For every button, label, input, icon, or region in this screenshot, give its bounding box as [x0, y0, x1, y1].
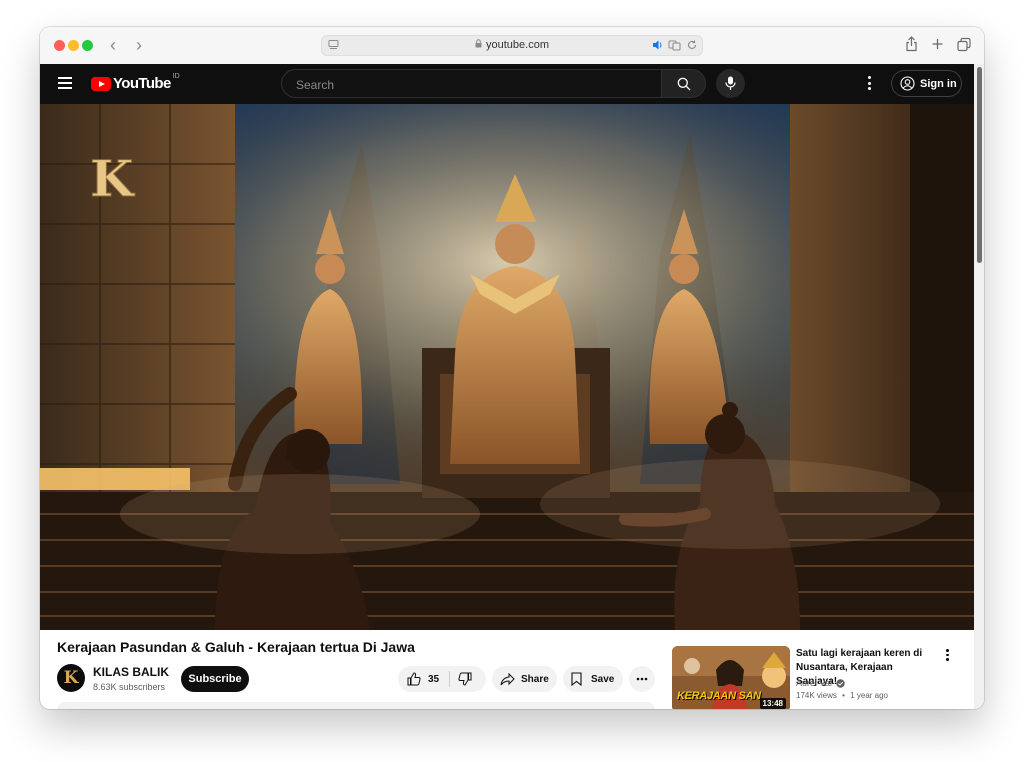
- share-button[interactable]: Share: [492, 666, 557, 692]
- back-arrow-icon[interactable]: ‹: [110, 35, 116, 55]
- upload-age: 1 year ago: [850, 691, 889, 700]
- view-count: 174K views: [796, 691, 837, 700]
- search-input[interactable]: [294, 77, 638, 93]
- verified-check-icon: [836, 678, 845, 688]
- like-divider: [449, 671, 451, 687]
- recommended-meta: 174K views • 1 year ago: [796, 691, 888, 700]
- channel-avatar[interactable]: K: [57, 664, 85, 692]
- recommended-more-icon[interactable]: [946, 649, 950, 663]
- new-tab-icon[interactable]: [931, 36, 944, 52]
- reload-icon[interactable]: [686, 38, 698, 52]
- svg-text:K: K: [90, 149, 135, 208]
- account-icon: [900, 76, 915, 91]
- recommended-channel-name: Aurel Val: [796, 678, 832, 688]
- sign-in-label: Sign in: [920, 77, 957, 90]
- video-duration-badge: 13:48: [759, 698, 786, 709]
- address-bar[interactable]: youtube.com: [321, 35, 703, 56]
- sign-in-button[interactable]: Sign in: [891, 70, 962, 97]
- like-count[interactable]: 35: [428, 674, 439, 685]
- video-frame: K: [40, 104, 974, 630]
- thumbnail-caption: KERAJAAN SAN: [677, 690, 761, 702]
- search-button[interactable]: [661, 69, 706, 98]
- more-actions-button[interactable]: [629, 666, 655, 692]
- forward-arrow-icon[interactable]: ›: [136, 35, 142, 55]
- recommended-video-thumbnail[interactable]: KERAJAAN SAN 13:48: [672, 646, 790, 709]
- close-window-button[interactable]: [54, 40, 65, 51]
- audio-playing-icon[interactable]: [652, 38, 664, 52]
- share-icon[interactable]: [905, 36, 918, 52]
- more-horizontal-icon: [636, 677, 648, 681]
- tab-overview-icon[interactable]: [957, 36, 971, 52]
- url-text: youtube.com: [486, 39, 549, 51]
- save-button[interactable]: Save: [563, 666, 623, 692]
- youtube-play-icon: [91, 76, 111, 91]
- youtube-wordmark: YouTube: [113, 75, 171, 92]
- video-title: Kerajaan Pasundan & Galuh - Kerajaan ter…: [57, 639, 415, 655]
- like-dislike-group: 35: [398, 666, 486, 692]
- like-icon[interactable]: [407, 672, 421, 686]
- country-code: ID: [172, 73, 180, 80]
- browser-window: ‹ › youtube.com YouTube ID Search Sign i…: [40, 27, 984, 709]
- channel-watermark-logo: K: [90, 149, 136, 209]
- bookmark-icon: [571, 672, 582, 686]
- youtube-logo[interactable]: YouTube ID: [91, 73, 180, 92]
- lock-icon: [475, 39, 482, 51]
- zoom-window-button[interactable]: [82, 40, 93, 51]
- recommended-channel[interactable]: Aurel Val: [796, 678, 845, 688]
- description-box[interactable]: [57, 702, 655, 709]
- scrollbar-thumb[interactable]: [977, 67, 982, 263]
- subscribe-button[interactable]: Subscribe: [181, 666, 249, 692]
- settings-menu-icon[interactable]: [868, 76, 872, 93]
- subscriber-count: 8.63K subscribers: [93, 682, 166, 692]
- meta-separator: •: [842, 691, 845, 700]
- dislike-icon[interactable]: [458, 672, 472, 686]
- browser-toolbar: ‹ › youtube.com: [40, 27, 984, 65]
- channel-name[interactable]: KILAS BALIK: [93, 665, 169, 679]
- voice-search-button[interactable]: [716, 69, 745, 98]
- menu-icon[interactable]: [58, 77, 72, 89]
- share-label: Share: [521, 673, 549, 685]
- share-arrow-icon: [500, 672, 515, 685]
- search-box: [281, 69, 662, 98]
- minimize-window-button[interactable]: [68, 40, 79, 51]
- channel-avatar-letter: K: [63, 668, 79, 688]
- video-player[interactable]: K: [40, 104, 974, 630]
- translate-icon[interactable]: [668, 38, 682, 52]
- save-label: Save: [591, 673, 615, 685]
- microphone-icon: [725, 76, 736, 90]
- search-icon: [677, 77, 691, 91]
- youtube-masthead: YouTube ID Sign in: [40, 64, 974, 104]
